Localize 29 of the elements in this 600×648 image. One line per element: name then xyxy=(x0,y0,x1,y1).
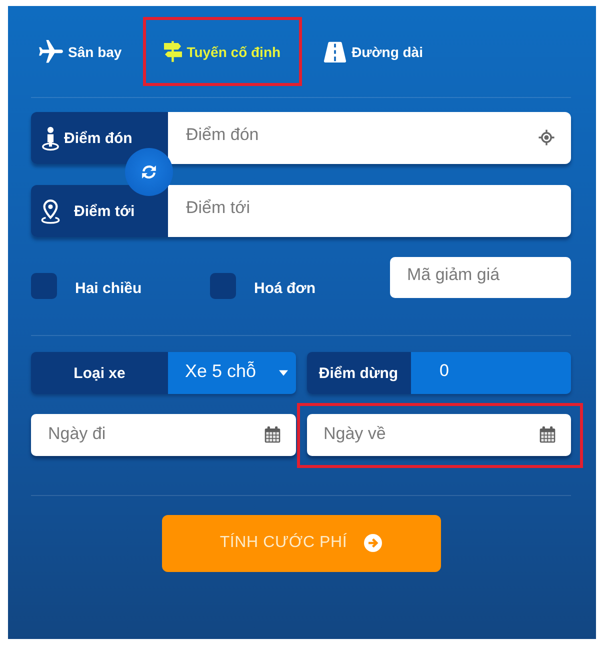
discount-code-field[interactable]: Mã giảm giá xyxy=(390,257,571,298)
field-label: Điểm dừng xyxy=(306,352,410,394)
map-pin-icon xyxy=(41,198,60,224)
road-icon xyxy=(322,40,347,62)
field-label: Loại xe xyxy=(31,352,168,394)
date-field[interactable]: Ngày đi xyxy=(31,414,296,456)
locate-icon[interactable] xyxy=(538,129,555,146)
vehicle-select[interactable]: Xe 5 chỗ xyxy=(168,352,296,394)
calendar-icon xyxy=(539,426,556,443)
field-label: Điểm đón xyxy=(64,130,132,146)
signpost-icon xyxy=(164,41,182,62)
checkbox[interactable] xyxy=(31,273,57,299)
caret-icon xyxy=(278,370,288,376)
person-pin-icon xyxy=(41,126,60,150)
checkbox[interactable] xyxy=(210,273,236,299)
location-field[interactable]: Điểm tới xyxy=(168,185,571,237)
checkbox-label: Hai chiều xyxy=(75,280,142,296)
arrow-circle-icon xyxy=(364,534,382,552)
field-label: Điểm tới xyxy=(74,202,135,220)
sync-icon xyxy=(141,164,157,180)
tab[interactable]: Đường dài xyxy=(304,20,441,83)
location-field[interactable]: Điểm đón xyxy=(168,112,571,164)
date-field[interactable]: Ngày về xyxy=(306,414,571,456)
airplane-icon xyxy=(39,40,63,63)
stops-input[interactable]: 0 xyxy=(410,352,571,394)
checkbox-label: Hoá đơn xyxy=(254,280,316,296)
tab[interactable]: Tuyến cố định xyxy=(146,20,299,83)
tab[interactable]: Sân bay xyxy=(21,20,140,83)
calendar-icon xyxy=(264,426,280,443)
